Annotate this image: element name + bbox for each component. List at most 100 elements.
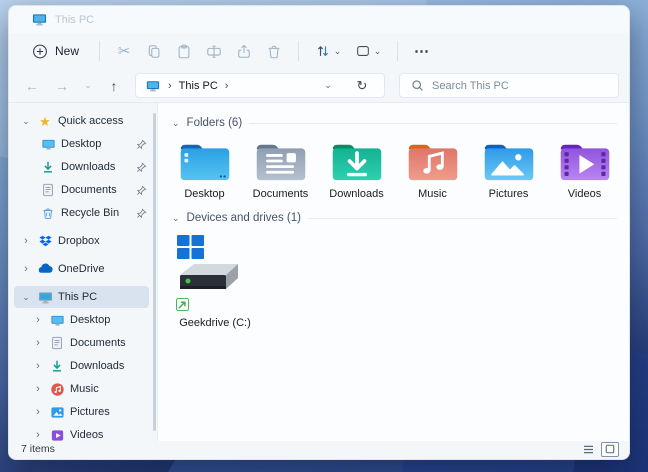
folder-tile-music[interactable]: Music: [400, 139, 465, 200]
folders-grid: Desktop Documents: [172, 139, 617, 200]
sidebar-item-documents-pinned[interactable]: Documents: [14, 179, 149, 201]
chevron-right-icon[interactable]: ›: [20, 235, 32, 247]
folder-tile-videos[interactable]: Videos: [552, 139, 617, 200]
toolbar-divider: [298, 41, 299, 61]
sidebar-item-dropbox[interactable]: › Dropbox: [14, 230, 149, 252]
pin-icon[interactable]: [136, 139, 147, 150]
forward-button[interactable]: →: [49, 79, 75, 93]
sidebar-item-downloads-pinned[interactable]: Downloads: [14, 156, 149, 178]
new-button-label: New: [55, 44, 79, 58]
chevron-down-icon[interactable]: ⌄: [172, 213, 180, 224]
up-button[interactable]: ↑: [101, 79, 127, 93]
recent-locations-button[interactable]: ⌄: [79, 80, 97, 91]
chevron-right-icon[interactable]: ›: [32, 406, 44, 418]
sidebar-item-label: OneDrive: [58, 263, 104, 275]
download-icon: [49, 358, 65, 374]
command-toolbar: New ✂: [9, 33, 629, 69]
drive-tile-geekdrive-c[interactable]: Geekdrive (C:): [172, 234, 258, 329]
sidebar-item-pc-desktop[interactable]: › Desktop: [14, 309, 149, 331]
sidebar-item-this-pc[interactable]: ⌄ This PC: [14, 286, 149, 308]
search-input[interactable]: [432, 80, 609, 92]
sidebar-item-label: Desktop: [70, 314, 110, 326]
sidebar-item-label: Dropbox: [58, 235, 100, 247]
downloads-folder-icon: [329, 139, 385, 184]
sidebar-scrollbar[interactable]: [153, 113, 156, 431]
folder-tile-pictures[interactable]: Pictures: [476, 139, 541, 200]
devices-section-label: Devices and drives (1): [187, 212, 301, 224]
music-folder-icon: [405, 139, 461, 184]
sidebar-item-label: Desktop: [61, 138, 101, 150]
pin-icon[interactable]: [136, 208, 147, 219]
folder-tile-downloads[interactable]: Downloads: [324, 139, 389, 200]
pictures-icon: [49, 404, 65, 420]
address-dropdown-chevron[interactable]: ⌄: [319, 80, 337, 91]
folder-label: Downloads: [329, 188, 383, 200]
breadcrumb-this-pc[interactable]: This PC: [179, 80, 218, 92]
chevron-right-icon[interactable]: ›: [20, 263, 32, 275]
details-view-button[interactable]: [579, 442, 597, 457]
refresh-button[interactable]: ↻: [349, 79, 375, 92]
folder-label: Desktop: [184, 188, 224, 200]
this-pc-monitor-icon: [145, 78, 161, 94]
sidebar-item-pc-documents[interactable]: › Documents: [14, 332, 149, 354]
chevron-right-icon[interactable]: ›: [32, 337, 44, 349]
folder-label: Pictures: [489, 188, 529, 200]
titlebar[interactable]: This PC: [9, 6, 629, 33]
paste-icon: [176, 43, 192, 59]
sidebar-item-label: Pictures: [70, 406, 110, 418]
share-button[interactable]: [229, 37, 259, 65]
address-bar[interactable]: › This PC › ⌄ ↻: [135, 73, 385, 98]
chevron-down-icon: ⌄: [334, 46, 342, 57]
sidebar-item-label: Documents: [70, 337, 126, 349]
pin-icon[interactable]: [136, 162, 147, 173]
sidebar-item-quick-access[interactable]: ⌄ ★ Quick access: [14, 110, 149, 132]
share-icon: [236, 43, 252, 59]
folder-label: Videos: [568, 188, 601, 200]
onedrive-cloud-icon: [37, 261, 53, 277]
devices-section-header[interactable]: ⌄ Devices and drives (1): [172, 212, 617, 224]
pin-icon[interactable]: [136, 185, 147, 196]
folder-tile-desktop[interactable]: Desktop: [172, 139, 237, 200]
drive-led: [186, 279, 191, 284]
sidebar-item-pc-videos[interactable]: › Videos: [14, 424, 149, 446]
sidebar-item-pc-pictures[interactable]: › Pictures: [14, 401, 149, 423]
plus-circle-icon: [32, 43, 48, 59]
pictures-folder-icon: [481, 139, 537, 184]
scissors-icon: ✂: [118, 44, 131, 59]
delete-button[interactable]: [259, 37, 289, 65]
desktop-folder-icon: [177, 139, 233, 184]
copy-button[interactable]: [139, 37, 169, 65]
sort-button[interactable]: ⌄: [308, 37, 348, 65]
sidebar-item-pc-downloads[interactable]: › Downloads: [14, 355, 149, 377]
back-button[interactable]: ←: [19, 79, 45, 93]
search-box[interactable]: [399, 73, 619, 98]
rename-icon: [206, 43, 222, 59]
chevron-right-icon[interactable]: ›: [32, 360, 44, 372]
icons-view-button[interactable]: [601, 442, 619, 457]
cut-button[interactable]: ✂: [109, 37, 139, 65]
breadcrumb-separator[interactable]: ›: [225, 80, 229, 92]
rename-button[interactable]: [199, 37, 229, 65]
chevron-down-icon[interactable]: ⌄: [20, 292, 32, 303]
new-button[interactable]: New: [21, 38, 90, 64]
sidebar-item-desktop-pinned[interactable]: Desktop: [14, 133, 149, 155]
drive-status-badge-icon: [176, 298, 258, 316]
music-icon: [49, 381, 65, 397]
chevron-down-icon[interactable]: ⌄: [20, 116, 32, 127]
chevron-right-icon[interactable]: ›: [32, 383, 44, 395]
view-button[interactable]: ⌄: [348, 37, 388, 65]
folder-tile-documents[interactable]: Documents: [248, 139, 313, 200]
chevron-down-icon[interactable]: ⌄: [172, 118, 180, 129]
see-more-button[interactable]: ⋯: [407, 37, 437, 65]
chevron-right-icon[interactable]: ›: [32, 314, 44, 326]
documents-folder-icon: [253, 139, 309, 184]
videos-folder-icon: [557, 139, 613, 184]
sidebar-item-label: Music: [70, 383, 99, 395]
paste-button[interactable]: [169, 37, 199, 65]
sidebar-item-recycle-bin-pinned[interactable]: Recycle Bin: [14, 202, 149, 224]
star-icon: ★: [37, 113, 53, 129]
folders-section-header[interactable]: ⌄ Folders (6): [172, 117, 617, 129]
sidebar-item-onedrive[interactable]: › OneDrive: [14, 258, 149, 280]
sidebar-item-pc-music[interactable]: › Music: [14, 378, 149, 400]
chevron-right-icon[interactable]: ›: [32, 429, 44, 441]
